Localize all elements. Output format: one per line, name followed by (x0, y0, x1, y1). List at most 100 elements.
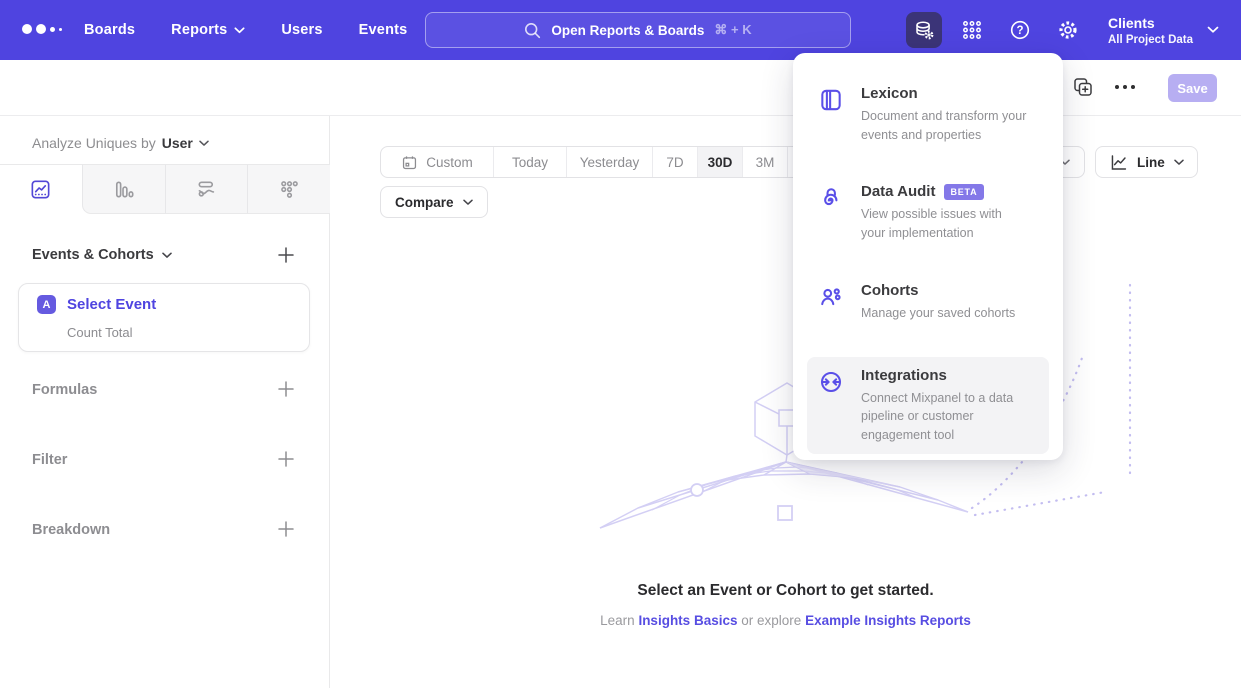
events-cohorts-header[interactable]: Events & Cohorts (32, 247, 172, 263)
retention-grid-icon (278, 178, 301, 201)
insights-basics-link[interactable]: Insights Basics (638, 613, 737, 628)
nav-item-label: Events (359, 22, 408, 38)
data-management-menu: Lexicon Document and transform your even… (793, 53, 1063, 460)
project-selector[interactable]: Clients All Project Data (1108, 15, 1193, 46)
help-icon: ? (1009, 19, 1031, 41)
add-formula-button[interactable] (277, 380, 295, 398)
apps-grid-button[interactable] (954, 12, 990, 48)
save-button[interactable]: Save (1168, 74, 1217, 102)
select-event-label: Select Event (67, 296, 156, 313)
nav-menu: Boards Reports Users Events (84, 0, 407, 60)
nav-right-cluster: ? Clients All Project Data (906, 0, 1241, 60)
query-sidebar: Analyze Uniques by User (0, 116, 330, 688)
chevron-down-icon (463, 199, 473, 206)
nav-item-reports[interactable]: Reports (171, 22, 245, 38)
more-options-button[interactable] (1115, 85, 1135, 89)
search-placeholder: Open Reports & Boards (551, 23, 704, 38)
insights-chart-icon (29, 178, 52, 201)
cohorts-people-icon (818, 282, 844, 323)
help-button[interactable]: ? (1002, 12, 1038, 48)
nav-item-label: Boards (84, 22, 135, 38)
date-range-custom[interactable]: Custom (381, 147, 493, 177)
nav-item-label: Reports (171, 22, 227, 38)
line-chart-icon (1109, 153, 1128, 172)
tab-bar-chart[interactable] (82, 164, 165, 214)
or-explore-text: or explore (741, 613, 801, 628)
formulas-section-label: Formulas (32, 382, 97, 398)
top-nav: Boards Reports Users Events Open Reports… (0, 0, 1241, 60)
add-breakdown-button[interactable] (277, 520, 295, 538)
date-range-label: 3M (756, 155, 775, 170)
gear-icon (1057, 19, 1079, 41)
beta-badge: BETA (944, 184, 983, 200)
nav-item-label: Users (281, 22, 322, 38)
data-management-button[interactable] (906, 12, 942, 48)
plus-icon (277, 246, 295, 264)
select-event-card[interactable]: A Select Event Count Total (18, 283, 310, 352)
analyze-value-dropdown[interactable]: User (162, 135, 193, 151)
menu-item-description: Manage your saved cohorts (861, 304, 1015, 323)
chart-type-button[interactable]: Line (1095, 146, 1198, 178)
search-icon (524, 22, 541, 39)
calendar-icon (401, 154, 418, 171)
chevron-down-icon[interactable] (199, 140, 209, 147)
menu-item-title: Cohorts (861, 282, 919, 299)
database-gear-icon (913, 19, 936, 42)
date-range-label: Custom (426, 155, 473, 170)
tab-flows[interactable] (165, 164, 248, 214)
event-letter-badge: A (37, 295, 56, 314)
date-range-label: Today (512, 155, 548, 170)
integrations-sync-icon (818, 367, 844, 445)
apps-grid-icon (961, 19, 983, 41)
analyze-prefix-label: Analyze Uniques by (32, 135, 156, 151)
example-reports-link[interactable]: Example Insights Reports (805, 613, 971, 628)
menu-item-title: Integrations (861, 367, 947, 384)
date-range-yesterday[interactable]: Yesterday (566, 147, 652, 177)
tab-retention[interactable] (247, 164, 330, 214)
date-range-3m[interactable]: 3M (742, 147, 787, 177)
nav-item-events[interactable]: Events (359, 22, 408, 38)
nav-item-boards[interactable]: Boards (84, 22, 135, 38)
nav-item-users[interactable]: Users (281, 22, 322, 38)
date-range-label: Yesterday (580, 155, 640, 170)
events-cohorts-label: Events & Cohorts (32, 247, 154, 263)
settings-button[interactable] (1050, 12, 1086, 48)
plus-icon (277, 380, 295, 398)
date-range-7d[interactable]: 7D (652, 147, 697, 177)
add-filter-button[interactable] (277, 450, 295, 468)
search-input[interactable]: Open Reports & Boards ⌘ + K (425, 12, 851, 48)
menu-item-description: Connect Mixpanel to a data pipeline or c… (861, 389, 1029, 445)
menu-item-description: View possible issues with your implement… (861, 205, 1029, 242)
compare-button[interactable]: Compare (380, 186, 488, 218)
project-scope: All Project Data (1108, 34, 1193, 46)
menu-item-cohorts[interactable]: Cohorts Manage your saved cohorts (807, 272, 1049, 333)
breakdown-section-label: Breakdown (32, 522, 110, 538)
date-range-label: 30D (708, 155, 733, 170)
date-range-label: 7D (666, 155, 683, 170)
empty-state-links: Learn Insights Basics or explore Example… (330, 613, 1241, 628)
project-name: Clients (1108, 15, 1193, 31)
menu-item-lexicon[interactable]: Lexicon Document and transform your even… (807, 75, 1049, 154)
chevron-down-icon (234, 27, 245, 34)
duplicate-report-button[interactable] (1072, 76, 1094, 103)
menu-item-title: Data Audit (861, 183, 935, 200)
tab-insights-line[interactable] (0, 164, 82, 214)
chevron-down-icon (162, 252, 172, 259)
plus-icon (277, 520, 295, 538)
bar-chart-icon (112, 178, 135, 201)
plus-icon (277, 450, 295, 468)
count-total-label[interactable]: Count Total (67, 325, 133, 340)
date-range-30d-selected[interactable]: 30D (697, 147, 742, 177)
data-audit-icon (818, 183, 844, 242)
menu-item-data-audit[interactable]: Data Audit BETA View possible issues wit… (807, 173, 1049, 252)
search-shortcut: ⌘ + K (714, 22, 751, 38)
mixpanel-logo-icon[interactable] (22, 24, 62, 34)
chevron-down-icon (1207, 26, 1219, 34)
lexicon-book-icon (818, 85, 844, 144)
filter-section-label: Filter (32, 452, 67, 468)
chart-type-tabs (0, 164, 330, 214)
date-range-today[interactable]: Today (493, 147, 566, 177)
menu-item-integrations[interactable]: Integrations Connect Mixpanel to a data … (807, 357, 1049, 455)
add-event-button[interactable] (277, 246, 295, 264)
chart-type-label: Line (1137, 155, 1165, 170)
